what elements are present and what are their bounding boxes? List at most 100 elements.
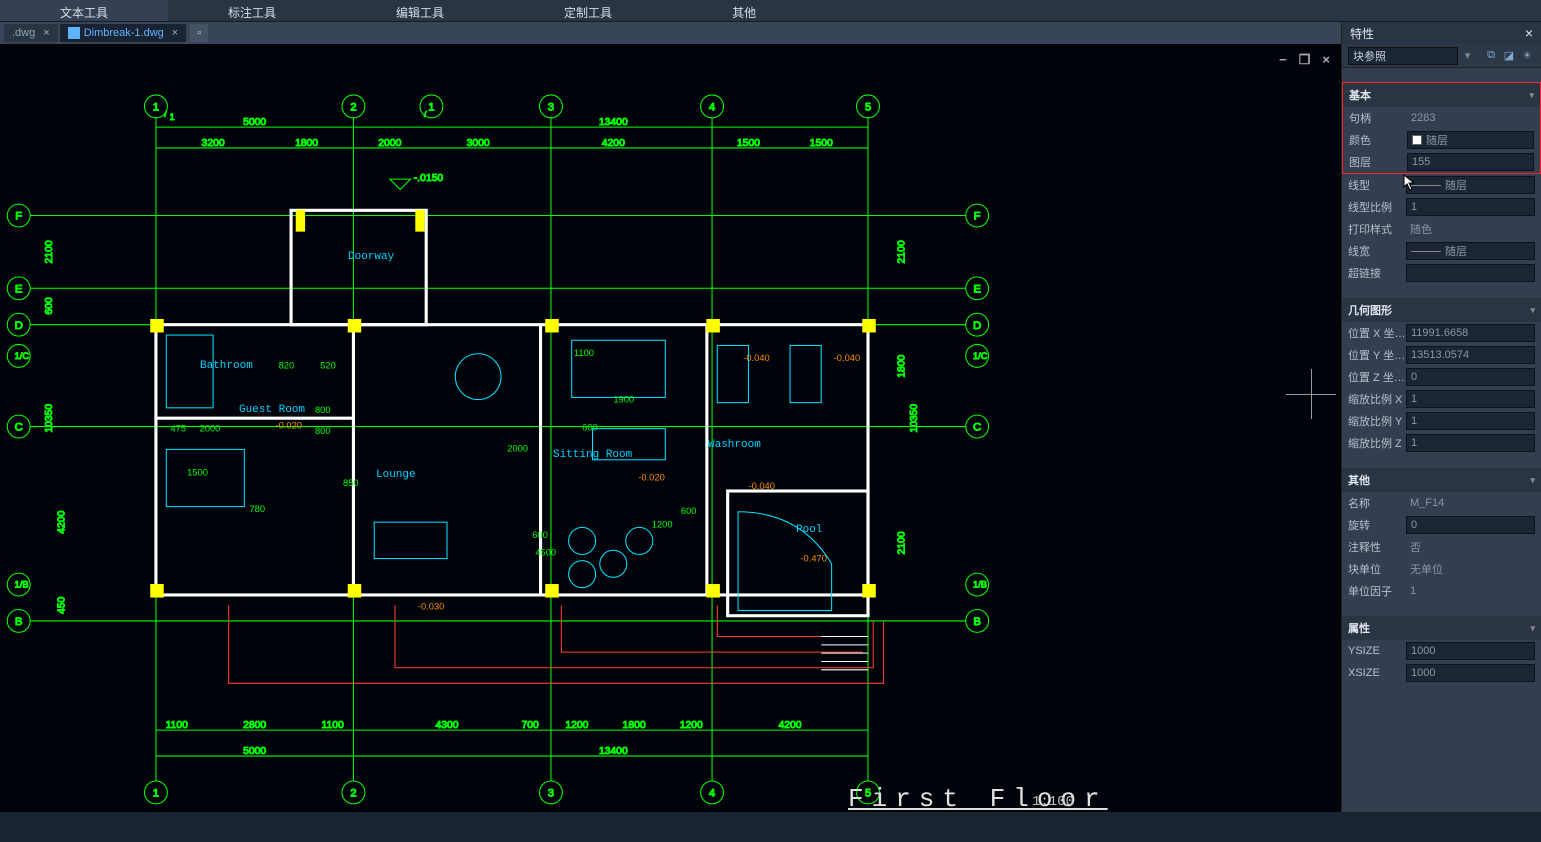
drawing-scale: 1:100 — [1032, 794, 1074, 810]
svg-text:1: 1 — [428, 102, 434, 114]
svg-text:520: 520 — [320, 360, 336, 370]
prop-linetype[interactable]: 线型随层 — [1342, 174, 1541, 196]
svg-text:1800: 1800 — [295, 138, 318, 149]
svg-text:4300: 4300 — [435, 720, 458, 731]
prop-annotative[interactable]: 注释性否 — [1342, 536, 1541, 558]
prop-scaley[interactable]: 缩放比例 Y1 — [1342, 410, 1541, 432]
svg-text:B: B — [15, 616, 23, 628]
prop-handle[interactable]: 句柄2283 — [1343, 107, 1540, 129]
svg-text:1: 1 — [169, 112, 174, 122]
svg-text:1200: 1200 — [565, 720, 588, 731]
object-type-input[interactable] — [1348, 47, 1458, 65]
svg-text:2000: 2000 — [507, 443, 528, 453]
sun-icon[interactable]: ☀ — [1519, 48, 1535, 64]
svg-text:13400: 13400 — [599, 117, 628, 128]
color-swatch-icon — [1412, 135, 1422, 145]
svg-text:4200: 4200 — [56, 510, 67, 533]
svg-text:C: C — [15, 422, 23, 434]
minimize-icon[interactable]: − — [1276, 52, 1290, 68]
svg-text:13400: 13400 — [599, 746, 628, 757]
toolbar-text-tools[interactable]: 文本工具 — [0, 0, 168, 21]
prop-linescale[interactable]: 线型比例1 — [1342, 196, 1541, 218]
prop-posx[interactable]: 位置 X 坐…11991.6658 — [1342, 322, 1541, 344]
dropdown-icon[interactable]: ▾ — [1465, 49, 1471, 62]
dwg-file-icon — [68, 27, 80, 39]
section-title: 基本 — [1349, 87, 1371, 103]
svg-text:450: 450 — [56, 596, 67, 614]
svg-text:1500: 1500 — [737, 138, 760, 149]
prop-ysize[interactable]: YSIZE1000 — [1342, 640, 1541, 662]
prop-posz[interactable]: 位置 Z 坐…0 — [1342, 366, 1541, 388]
restore-icon[interactable]: ❐ — [1296, 52, 1314, 68]
quick-select-icon[interactable]: ◪ — [1501, 48, 1517, 64]
svg-text:1500: 1500 — [187, 467, 208, 477]
svg-text:-0.470: -0.470 — [800, 554, 827, 564]
svg-text:1/C: 1/C — [973, 351, 988, 361]
svg-text:2000: 2000 — [378, 138, 401, 149]
svg-text:4500: 4500 — [535, 547, 556, 557]
svg-text:700: 700 — [522, 720, 540, 731]
svg-text:F: F — [974, 211, 981, 223]
section-other-header[interactable]: 其他▾ — [1342, 468, 1541, 492]
svg-text:1/B: 1/B — [973, 580, 987, 590]
svg-text:1200: 1200 — [680, 720, 703, 731]
tab-label: Dimbreak-1.dwg — [84, 27, 164, 39]
room-label-guest: Guest Room — [239, 404, 305, 416]
room-label-pool: Pool — [796, 524, 822, 536]
toggle-pai-icon[interactable]: ⧉ — [1483, 48, 1499, 64]
section-basic: 基本 ▾ 句柄2283 颜色随层 图层155 — [1342, 82, 1541, 174]
toolbar-edit-tools[interactable]: 编辑工具 — [336, 0, 504, 21]
svg-text:475: 475 — [170, 424, 186, 434]
prop-name[interactable]: 名称M_F14 — [1342, 492, 1541, 514]
svg-text:1200: 1200 — [652, 519, 673, 529]
section-geometry-header[interactable]: 几何图形▾ — [1342, 298, 1541, 322]
toolbar-other[interactable]: 其他 — [672, 0, 816, 21]
svg-text:4: 4 — [709, 102, 716, 114]
svg-text:800: 800 — [315, 426, 331, 436]
section-basic-header[interactable]: 基本 ▾ — [1342, 82, 1541, 107]
svg-text:2100: 2100 — [896, 240, 907, 263]
tab-close-icon[interactable]: × — [172, 27, 178, 39]
properties-panel: 特性 × ▾ ⧉ ◪ ☀ 基本 ▾ 句柄2283 颜色随层 图层155 线型随层… — [1341, 22, 1541, 812]
prop-color[interactable]: 颜色随层 — [1343, 129, 1540, 151]
tab-active[interactable]: Dimbreak-1.dwg × — [60, 24, 187, 42]
svg-text:600: 600 — [532, 530, 548, 540]
prop-rotation[interactable]: 旋转0 — [1342, 514, 1541, 536]
toolbar-custom-tools[interactable]: 定制工具 — [504, 0, 672, 21]
tab-inactive[interactable]: .dwg × — [4, 24, 58, 42]
panel-close-icon[interactable]: × — [1525, 25, 1533, 41]
svg-text:600: 600 — [681, 506, 697, 516]
new-tab-button[interactable]: ▫ — [190, 24, 208, 42]
svg-text:D: D — [15, 320, 23, 332]
panel-title-text: 特性 — [1350, 25, 1374, 42]
prop-plotstyle[interactable]: 打印样式随色 — [1342, 218, 1541, 240]
svg-text:1/B: 1/B — [15, 580, 29, 590]
prop-unit[interactable]: 块单位无单位 — [1342, 558, 1541, 580]
prop-lineweight[interactable]: 线宽随层 — [1342, 240, 1541, 262]
svg-text:2: 2 — [350, 788, 356, 800]
prop-hyperlink[interactable]: 超链接 — [1342, 262, 1541, 284]
panel-title-bar[interactable]: 特性 × — [1342, 22, 1541, 44]
prop-unitfactor[interactable]: 单位因子1 — [1342, 580, 1541, 602]
svg-text:5000: 5000 — [243, 746, 266, 757]
tab-label: .dwg — [12, 27, 35, 39]
svg-text:1500: 1500 — [810, 138, 833, 149]
svg-text:600: 600 — [44, 297, 55, 315]
svg-text:2: 2 — [350, 102, 356, 114]
svg-text:-.0150: -.0150 — [414, 173, 444, 184]
toolbar-annotate-tools[interactable]: 标注工具 — [168, 0, 336, 21]
tab-close-icon[interactable]: × — [43, 27, 49, 39]
close-icon[interactable]: × — [1319, 52, 1333, 68]
svg-text:1800: 1800 — [896, 354, 907, 377]
svg-text:-0.040: -0.040 — [748, 481, 775, 491]
prop-layer[interactable]: 图层155 — [1343, 151, 1540, 173]
prop-posy[interactable]: 位置 Y 坐…13513.0574 — [1342, 344, 1541, 366]
drawing-canvas-area[interactable]: − ❐ × 1 /1 2 1 / 3 4 5 1 2 3 4 5 F E D C… — [0, 44, 1341, 812]
prop-scalez[interactable]: 缩放比例 Z1 — [1342, 432, 1541, 454]
svg-text:4: 4 — [709, 788, 716, 800]
prop-xsize[interactable]: XSIZE1000 — [1342, 662, 1541, 684]
prop-scalex[interactable]: 缩放比例 X1 — [1342, 388, 1541, 410]
svg-text:2000: 2000 — [200, 424, 221, 434]
cad-drawing[interactable]: 1 /1 2 1 / 3 4 5 1 2 3 4 5 F E D C B F E… — [0, 44, 1341, 842]
section-attr-header[interactable]: 属性▾ — [1342, 616, 1541, 640]
